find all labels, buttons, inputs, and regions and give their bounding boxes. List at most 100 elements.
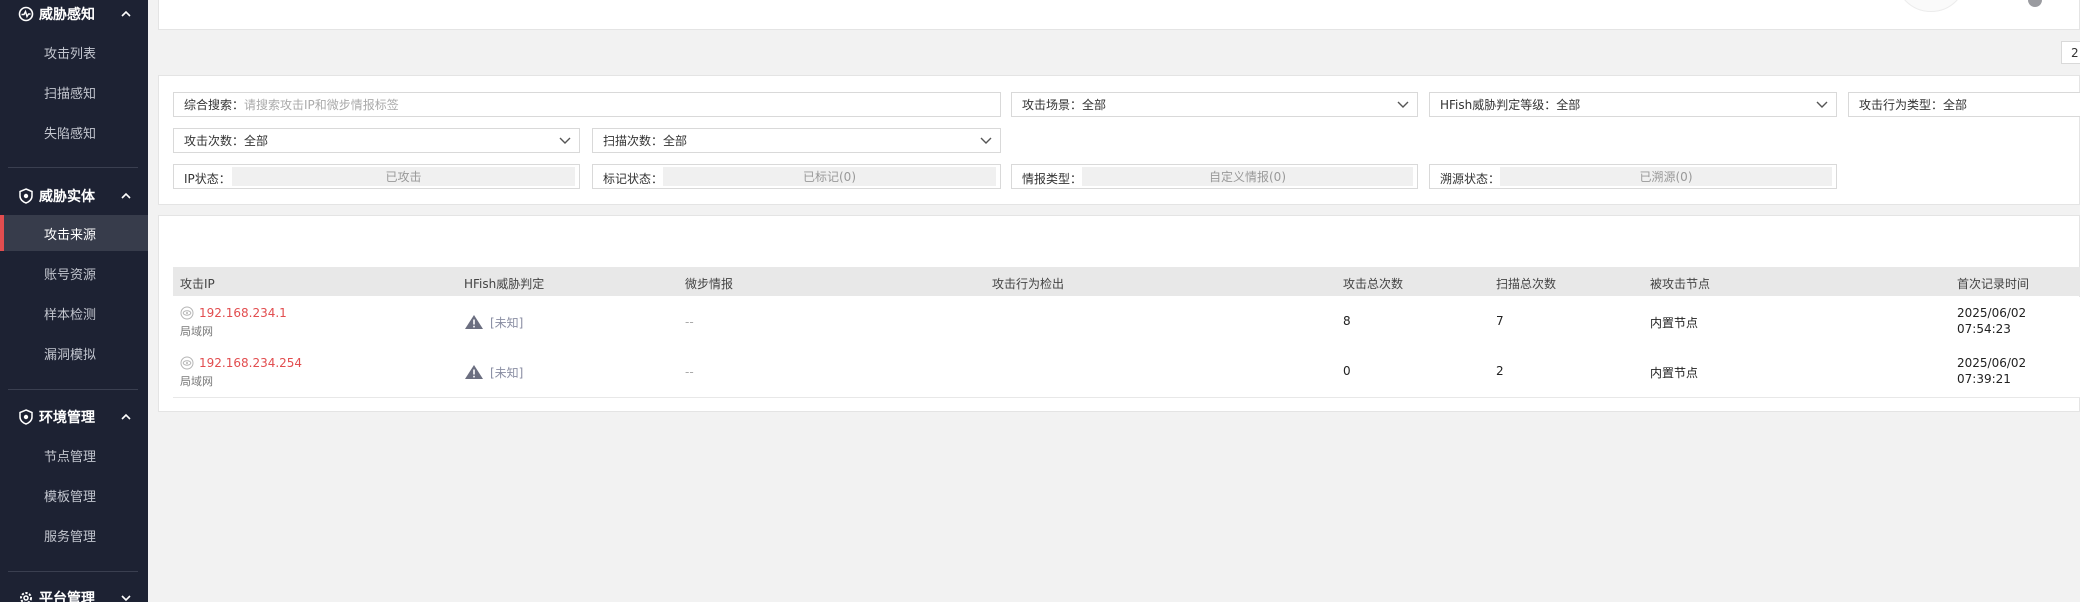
- attack-count-select[interactable]: 攻击次数： 全部: [173, 128, 580, 153]
- mark-status-filter: 标记状态： 已标记(0): [592, 164, 1001, 189]
- column-header-attack-ip[interactable]: 攻击IP: [180, 275, 215, 292]
- sidebar-item-label: 节点管理: [44, 449, 97, 465]
- scan-count-select[interactable]: 扫描次数： 全部: [592, 128, 1001, 153]
- threat-level-label: HFish威胁判定等级：: [1440, 98, 1557, 112]
- chevron-down-icon: [559, 137, 571, 144]
- attacked-node-value: 内置节点: [1650, 316, 1699, 330]
- ip-region: 局域网: [180, 325, 213, 338]
- attack-behavior-label: 攻击行为类型：: [1859, 98, 1944, 112]
- chevron-up-icon: [121, 413, 131, 420]
- ip-status-filter: IP状态： 已攻击: [173, 164, 580, 189]
- sidebar-item-attack-source[interactable]: 攻击来源: [0, 215, 148, 251]
- intel-type-label: 情报类型：: [1022, 172, 1083, 186]
- sidebar-item-label: 攻击列表: [44, 46, 97, 62]
- page-number-input[interactable]: 2: [2061, 41, 2080, 64]
- sidebar-section-label: 威胁实体: [39, 189, 95, 205]
- scan-total-value: 2: [1496, 364, 1504, 378]
- search-input[interactable]: 综合搜索： 请搜索攻击IP和微步情报标签: [173, 92, 1001, 117]
- sidebar-item-label: 账号资源: [44, 267, 97, 283]
- sidebar-section-label: 平台管理: [39, 591, 95, 602]
- column-header-attacked-node[interactable]: 被攻击节点: [1650, 275, 1710, 292]
- column-header-scan-total[interactable]: 扫描总次数: [1496, 275, 1556, 292]
- sidebar-item-account-resources[interactable]: 账号资源: [0, 256, 148, 290]
- shield-icon: [19, 409, 33, 425]
- table-row[interactable]: 192.168.234.1 局域网 [未知] -- 8 7 内置节点 2025/…: [173, 297, 2080, 348]
- sidebar-item-node-management[interactable]: 节点管理: [0, 438, 148, 472]
- sidebar-section-platform[interactable]: 平台管理: [0, 584, 148, 602]
- sidebar-item-sample-detection[interactable]: 样本检测: [0, 296, 148, 330]
- trace-status-label: 溯源状态：: [1440, 172, 1501, 186]
- verdict-label: [未知]: [490, 316, 524, 330]
- sidebar-item-scan-perception[interactable]: 扫描感知: [0, 75, 148, 109]
- sidebar-section-environment[interactable]: 环境管理: [0, 403, 148, 431]
- attack-ip-link[interactable]: 192.168.234.254: [199, 356, 302, 370]
- trace-status-filter: 溯源状态： 已溯源(0): [1429, 164, 1837, 189]
- sidebar-item-label: 样本检测: [44, 307, 97, 323]
- first-record-time: 07:54:23: [1957, 322, 2011, 336]
- table-header: 攻击IP HFish威胁判定 微步情报 攻击行为检出 攻击总次数 扫描总次数 被…: [173, 267, 2080, 296]
- sidebar-item-attack-list[interactable]: 攻击列表: [0, 35, 148, 69]
- first-record-time: 07:39:21: [1957, 372, 2011, 386]
- column-header-hfish-verdict[interactable]: HFish威胁判定: [464, 275, 544, 292]
- threat-level-value: 全部: [1556, 98, 1581, 112]
- warning-icon: [465, 365, 483, 379]
- sidebar-item-service-management[interactable]: 服务管理: [0, 518, 148, 552]
- table-row[interactable]: 192.168.234.254 局域网 [未知] -- 0 2 内置节点 202…: [173, 347, 2080, 398]
- attack-ip-link[interactable]: 192.168.234.1: [199, 306, 287, 320]
- warning-icon: [465, 315, 483, 329]
- sidebar-item-label: 扫描感知: [44, 86, 97, 102]
- attack-scene-label: 攻击场景：: [1022, 98, 1083, 112]
- gear-icon: [20, 592, 32, 602]
- attack-scene-select[interactable]: 攻击场景： 全部: [1011, 92, 1418, 117]
- sidebar-item-template-management[interactable]: 模板管理: [0, 478, 148, 512]
- scan-total-value: 7: [1496, 314, 1504, 328]
- column-header-attack-total[interactable]: 攻击总次数: [1343, 275, 1403, 292]
- verdict-label: [未知]: [490, 366, 524, 380]
- attack-total-value: 0: [1343, 364, 1351, 378]
- chevron-down-icon: [1397, 101, 1409, 108]
- mark-status-label: 标记状态：: [603, 172, 664, 186]
- eye-icon[interactable]: [180, 356, 194, 370]
- search-placeholder: 请搜索攻击IP和微步情报标签: [244, 98, 399, 112]
- scan-count-label: 扫描次数：: [603, 134, 664, 148]
- sidebar-divider: [8, 167, 138, 168]
- attack-behavior-select[interactable]: 攻击行为类型： 全部: [1848, 92, 2080, 117]
- attack-scene-value: 全部: [1082, 98, 1107, 112]
- shield-icon: [19, 188, 33, 204]
- intel-type-custom-toggle[interactable]: 自定义情报(0): [1082, 167, 1413, 186]
- intel-type-filter: 情报类型： 自定义情报(0): [1011, 164, 1418, 189]
- sidebar-item-label: 失陷感知: [44, 126, 97, 142]
- attack-total-value: 8: [1343, 314, 1351, 328]
- chevron-down-icon: [1816, 101, 1828, 108]
- attack-count-label: 攻击次数：: [184, 134, 245, 148]
- sidebar-item-label: 服务管理: [44, 529, 97, 545]
- threat-level-select[interactable]: HFish威胁判定等级： 全部: [1429, 92, 1837, 117]
- sidebar-section-label: 环境管理: [39, 410, 95, 426]
- sidebar-divider: [8, 389, 138, 390]
- first-record-date: 2025/06/02: [1957, 356, 2027, 370]
- eye-icon[interactable]: [180, 306, 194, 320]
- scan-count-value: 全部: [663, 134, 688, 148]
- sidebar-item-label: 攻击来源: [44, 227, 97, 243]
- ip-status-attacked-toggle[interactable]: 已攻击: [232, 167, 575, 186]
- intel-value: --: [685, 315, 694, 329]
- trace-status-traced-toggle[interactable]: 已溯源(0): [1500, 167, 1832, 186]
- chevron-down-icon: [980, 137, 992, 144]
- ip-status-label: IP状态：: [184, 172, 231, 186]
- column-header-first-record-time[interactable]: 首次记录时间: [1957, 275, 2029, 292]
- sidebar-item-vuln-simulation[interactable]: 漏洞模拟: [0, 336, 148, 370]
- column-header-threatbook-intel[interactable]: 微步情报: [685, 275, 733, 292]
- first-record-date: 2025/06/02: [1957, 306, 2027, 320]
- mark-status-marked-toggle[interactable]: 已标记(0): [663, 167, 996, 186]
- sidebar-section-threat-entity[interactable]: 威胁实体: [0, 182, 148, 210]
- overview-panel: [158, 0, 2080, 30]
- intel-value: --: [685, 365, 694, 379]
- attack-behavior-value: 全部: [1943, 98, 1968, 112]
- sidebar: 威胁感知 攻击列表 扫描感知 失陷感知 威胁实体 攻击来源 账号资源 样本检测 …: [0, 0, 148, 602]
- sidebar-section-threat-perception[interactable]: 威胁感知: [0, 0, 148, 28]
- sidebar-divider: [8, 571, 138, 572]
- column-header-attack-behavior[interactable]: 攻击行为检出: [992, 275, 1064, 292]
- sidebar-item-label: 漏洞模拟: [44, 347, 97, 363]
- sidebar-section-label: 威胁感知: [39, 7, 95, 23]
- sidebar-item-compromise-perception[interactable]: 失陷感知: [0, 115, 148, 149]
